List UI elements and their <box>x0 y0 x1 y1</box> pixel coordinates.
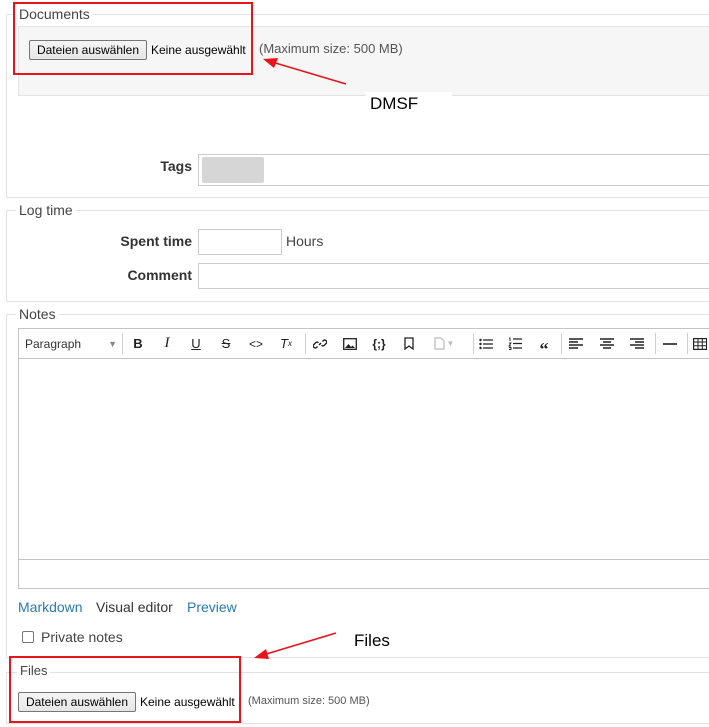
annotation-arrows <box>254 58 347 659</box>
dmsf-annotation-label: DMSF <box>366 92 452 116</box>
files-annotation-label: Files <box>350 629 416 653</box>
dmsf-arrow <box>263 58 347 85</box>
files-arrow <box>254 632 337 659</box>
